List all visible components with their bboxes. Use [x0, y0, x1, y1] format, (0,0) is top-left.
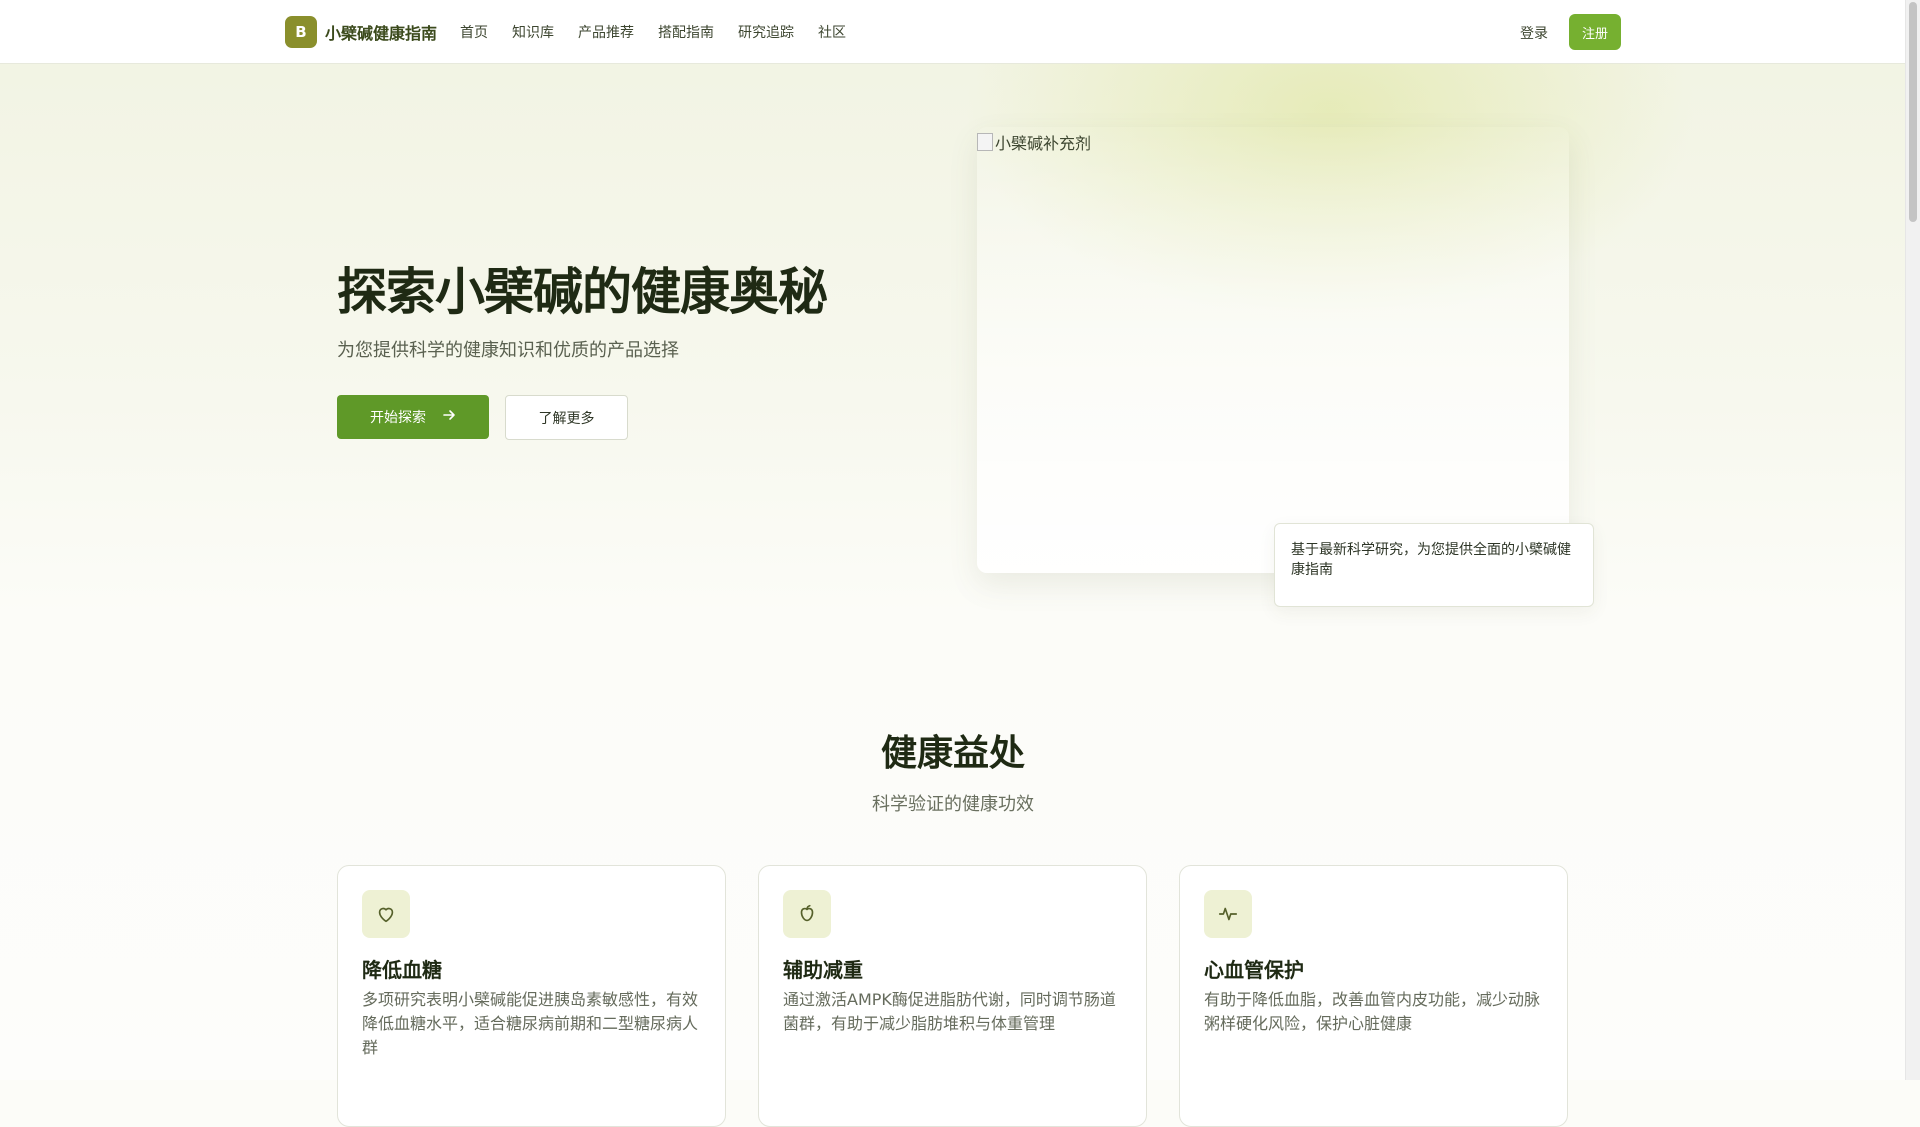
nav-item-community[interactable]: 社区	[818, 22, 846, 42]
heart-icon	[362, 890, 410, 938]
benefit-card-blood-sugar: 降低血糖 多项研究表明小檗碱能促进胰岛素敏感性，有效降低血糖水平，适合糖尿病前期…	[337, 865, 726, 1127]
benefits-subtitle: 科学验证的健康功效	[872, 794, 1034, 815]
signup-button[interactable]: 注册	[1569, 14, 1621, 50]
benefit-card-title: 辅助减重	[783, 958, 863, 982]
benefits-title: 健康益处	[880, 733, 1025, 774]
scrollbar-thumb[interactable]	[1909, 2, 1917, 222]
nav-item-products[interactable]: 产品推荐	[578, 22, 634, 42]
benefit-card-title: 心血管保护	[1204, 958, 1304, 982]
nav-item-research[interactable]: 研究追踪	[738, 22, 794, 42]
hero-subtitle: 为您提供科学的健康知识和优质的产品选择	[337, 340, 679, 361]
learn-more-button[interactable]: 了解更多	[505, 395, 628, 440]
benefit-card-description: 有助于降低血脂，改善血管内皮功能，减少动脉粥样硬化风险，保护心脏健康	[1204, 990, 1541, 1033]
benefit-card-weight-loss: 辅助减重 通过激活AMPK酶促进脂肪代谢，同时调节肠道菌群，有助于减少脂肪堆积与…	[758, 865, 1147, 1127]
start-explore-label: 开始探索	[370, 410, 426, 426]
nav-item-home[interactable]: 首页	[460, 22, 488, 42]
start-explore-button[interactable]: 开始探索	[337, 395, 489, 439]
apple-icon	[783, 890, 831, 938]
top-navigation-bar: B 小檗碱健康指南 首页 知识库 产品推荐 搭配指南 研究追踪 社区 登录 注册	[0, 0, 1906, 64]
hero-title: 探索小檗碱的健康奥秘	[337, 263, 828, 321]
hero-product-image	[977, 127, 1569, 573]
benefit-card-title: 降低血糖	[362, 958, 442, 982]
brand-logo: B	[285, 16, 317, 48]
benefit-card-description: 多项研究表明小檗碱能促进胰岛素敏感性，有效降低血糖水平，适合糖尿病前期和二型糖尿…	[362, 990, 699, 1057]
nav-item-knowledge[interactable]: 知识库	[512, 22, 554, 42]
benefit-card-cardiovascular: 心血管保护 有助于降低血脂，改善血管内皮功能，减少动脉粥样硬化风险，保护心脏健康	[1179, 865, 1568, 1127]
brand[interactable]: B 小檗碱健康指南	[285, 16, 437, 48]
broken-image-icon	[977, 133, 993, 151]
benefit-card-description: 通过激活AMPK酶促进脂肪代谢，同时调节肠道菌群，有助于减少脂肪堆积与体重管理	[783, 990, 1116, 1033]
image-alt-label: 小檗碱补充剂	[995, 134, 1092, 153]
hero-info-card: 基于最新科学研究，为您提供全面的小檗碱健康指南	[1274, 523, 1594, 607]
nav-item-pairing-guide[interactable]: 搭配指南	[658, 22, 714, 42]
hero-image-alt-text: 小檗碱补充剂	[977, 130, 1091, 154]
brand-name: 小檗碱健康指南	[325, 24, 438, 43]
page-scrollbar[interactable]	[1905, 0, 1920, 1080]
main-nav: 首页 知识库 产品推荐 搭配指南 研究追踪 社区	[460, 22, 870, 42]
activity-icon	[1204, 890, 1252, 938]
login-link[interactable]: 登录	[1520, 23, 1548, 43]
arrow-right-icon	[442, 408, 456, 426]
